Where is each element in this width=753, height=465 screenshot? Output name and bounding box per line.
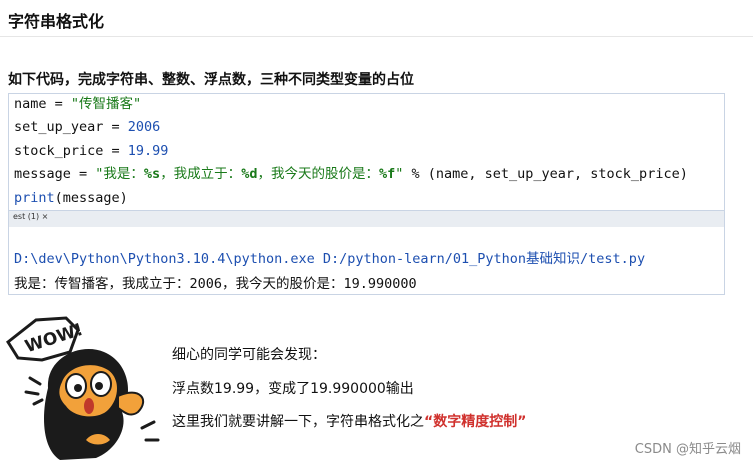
run-tab[interactable]: est (1) × xyxy=(13,212,48,221)
run-tool-strip: est (1) × xyxy=(8,211,725,227)
code-format-spec: %d xyxy=(241,166,258,182)
code-text: set_up_year = xyxy=(14,119,128,135)
note-line-3: 这里我们就要讲解一下，字符串格式化之“数字精度控制” xyxy=(172,411,526,431)
mascot-hand xyxy=(117,391,145,416)
slide-subtitle: 如下代码，完成字符串、整数、浮点数，三种不同类型变量的占位 xyxy=(8,72,414,88)
page-title: 字符串格式化 xyxy=(8,12,105,31)
shock-lines-right xyxy=(140,420,160,442)
code-line-price: stock_price = 19.99 xyxy=(14,141,168,161)
watermark: CSDN @知乎云烟 xyxy=(634,442,741,457)
highlight-phrase: “数字精度控制” xyxy=(424,414,527,430)
code-text: name = xyxy=(14,96,71,112)
code-format-spec: %f xyxy=(378,166,396,182)
code-line-message: message = "我是：%s，我成立于：%d，我今天的股价是：%f" % (… xyxy=(14,164,688,184)
console-output: 我是：传智播客，我成立于：2006，我今天的股价是：19.990000 xyxy=(14,276,417,292)
code-format-spec: %s xyxy=(143,166,161,182)
code-text: message = xyxy=(14,166,96,182)
code-number: 19.99 xyxy=(127,143,169,159)
code-line-name: name = "传智播客" xyxy=(14,94,141,114)
code-text: stock_price = xyxy=(14,143,128,159)
note-line-2: 浮点数19.99，变成了19.990000输出 xyxy=(172,381,414,397)
run-console: D:\dev\Python\Python3.10.4\python.exe D:… xyxy=(8,227,725,295)
note-line-1: 细心的同学可能会发现： xyxy=(172,347,326,363)
note-text: 这里我们就要讲解一下，字符串格式化之 xyxy=(172,414,424,430)
code-string: "我是： xyxy=(95,166,144,182)
code-text: % (name, set_up_year, stock_price) xyxy=(403,166,688,182)
ninja-mascot: WOW! xyxy=(6,316,160,460)
title-divider xyxy=(0,36,753,37)
code-string: "传智播客" xyxy=(70,96,142,112)
mascot-mouth xyxy=(84,398,94,414)
console-command: D:\dev\Python\Python3.10.4\python.exe D:… xyxy=(14,251,646,267)
code-line-year: set_up_year = 2006 xyxy=(14,117,160,137)
shock-lines-left xyxy=(24,376,44,406)
code-editor[interactable]: name = "传智播客" set_up_year = 2006 stock_p… xyxy=(8,93,725,211)
code-function: print xyxy=(14,190,55,206)
code-string: ，我成立于： xyxy=(160,166,242,182)
code-line-print: print(message) xyxy=(14,188,128,208)
code-string: ，我今天的股价是： xyxy=(257,166,379,182)
code-number: 2006 xyxy=(127,119,161,135)
code-text: (message) xyxy=(54,190,128,206)
